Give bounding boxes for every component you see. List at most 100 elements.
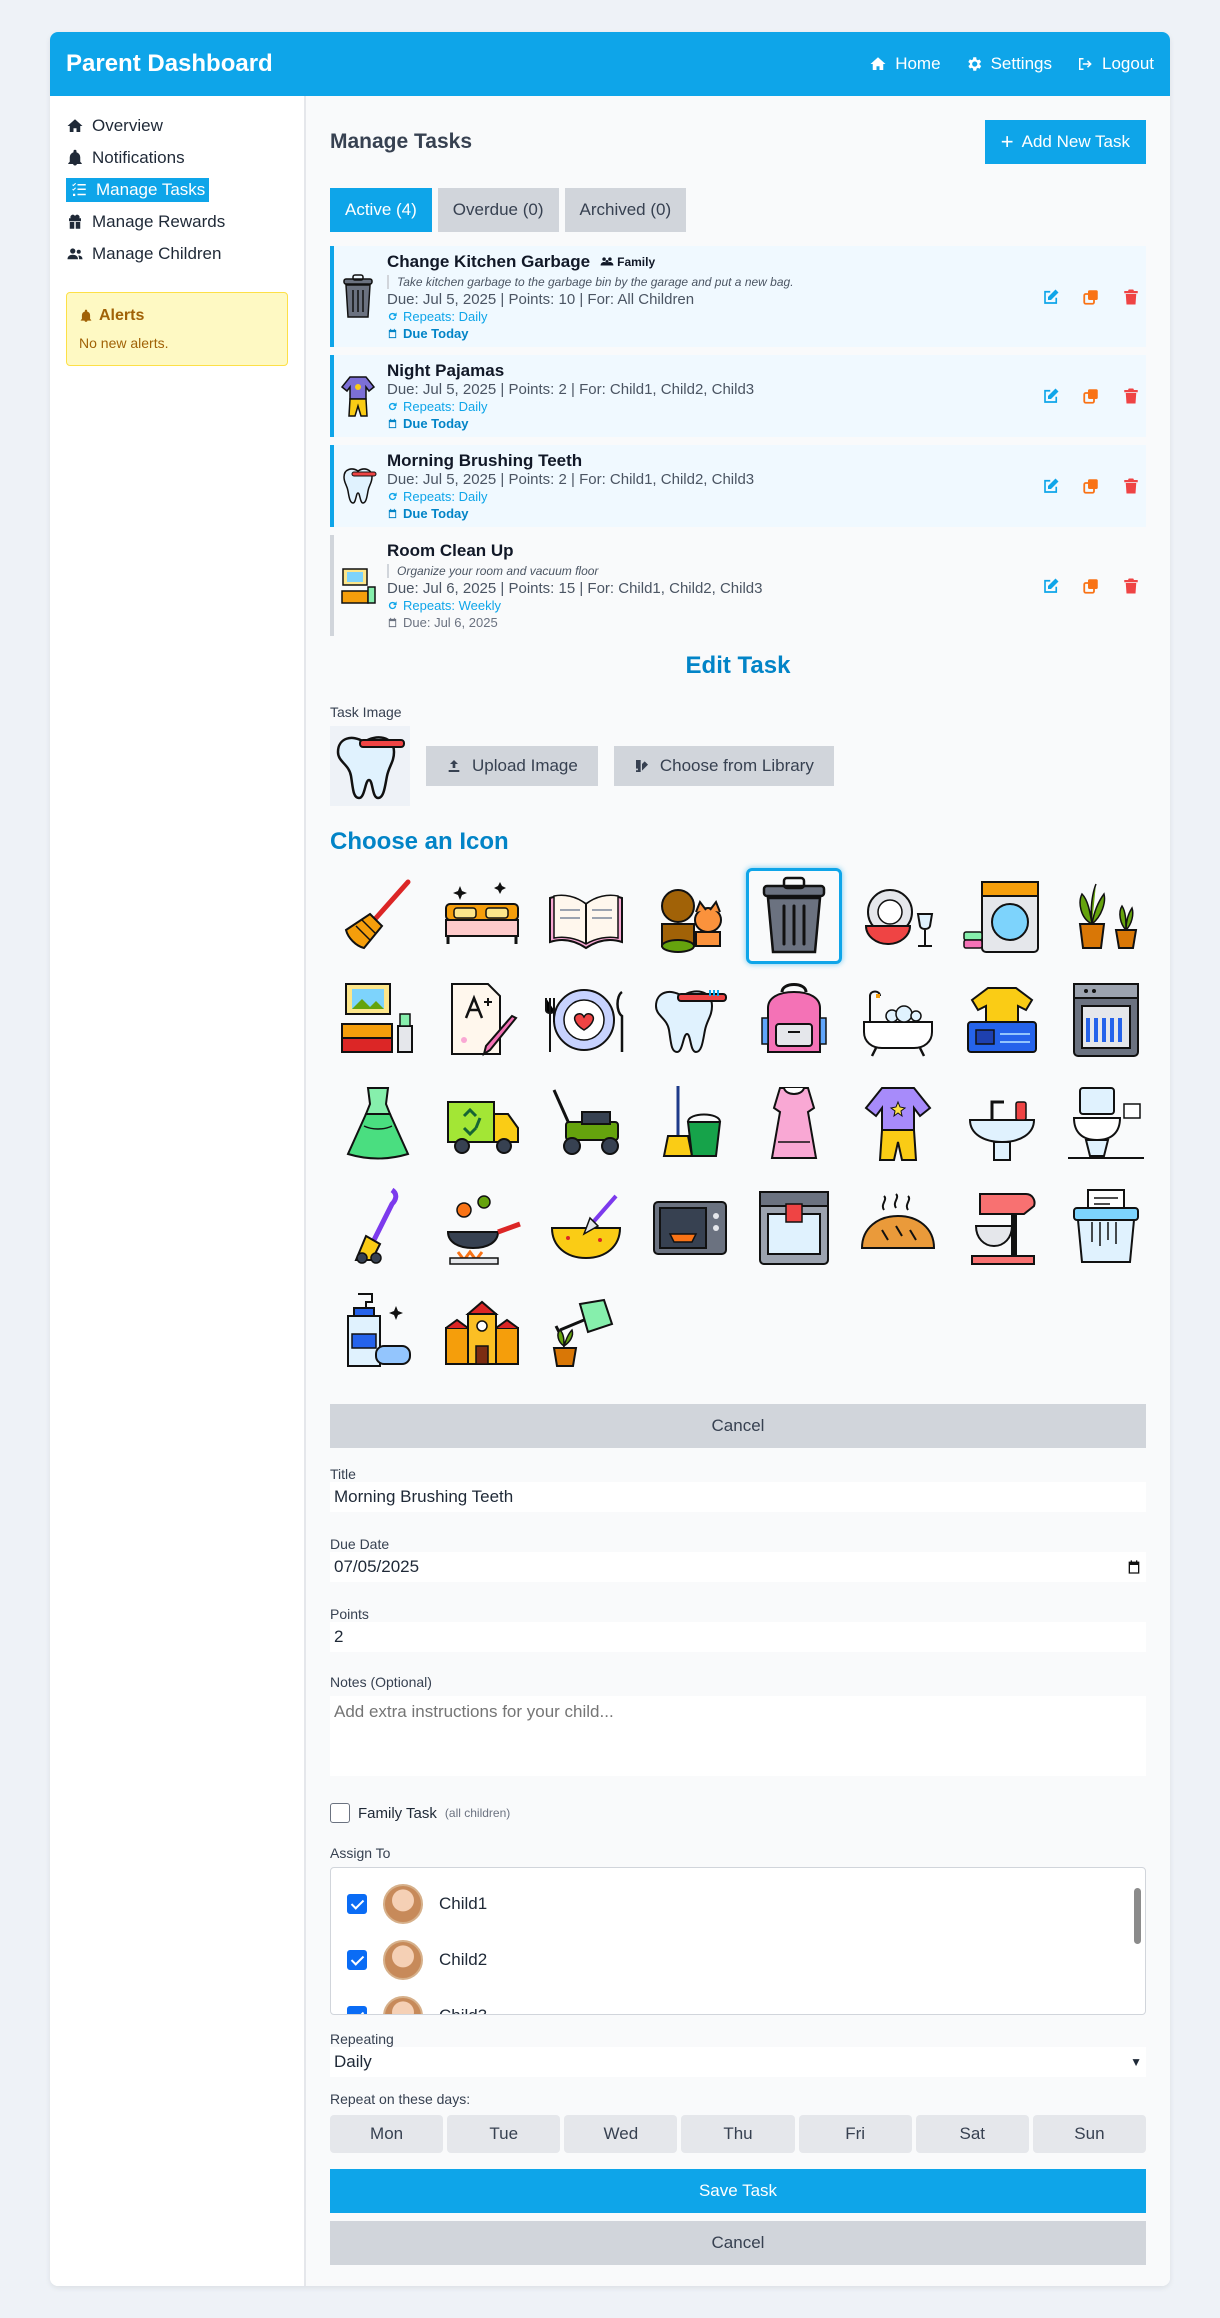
icon-option[interactable] <box>850 1076 946 1172</box>
icon-option[interactable] <box>746 1076 842 1172</box>
list-item[interactable]: Child2 <box>331 1932 1145 1988</box>
cancel-icon-picker-button[interactable]: Cancel <box>330 1404 1146 1448</box>
scrollbar-thumb[interactable] <box>1134 1888 1141 1944</box>
users-icon <box>600 257 614 266</box>
choose-from-library-button[interactable]: Choose from Library <box>613 746 834 786</box>
sidebar-item-manage-children[interactable]: Manage Children <box>66 238 288 270</box>
icon-option[interactable] <box>434 972 530 1068</box>
icon-option[interactable] <box>434 1180 530 1276</box>
notes-textarea[interactable] <box>330 1696 1146 1776</box>
task-row[interactable]: Change Kitchen Garbage Family Take kitch… <box>330 246 1146 347</box>
sidebar-item-manage-rewards[interactable]: Manage Rewards <box>66 206 288 238</box>
assign-to-list[interactable]: Child1 Child2 Child3 <box>330 1867 1146 2015</box>
icon-option[interactable] <box>1058 972 1154 1068</box>
icon-option[interactable] <box>954 1076 1050 1172</box>
task-row[interactable]: Night Pajamas Due: Jul 5, 2025 | Points:… <box>330 355 1146 437</box>
task-row[interactable]: Morning Brushing Teeth Due: Jul 5, 2025 … <box>330 445 1146 527</box>
icon-option[interactable] <box>330 972 426 1068</box>
icon-option[interactable] <box>330 868 426 964</box>
icon-option[interactable] <box>850 972 946 1068</box>
points-input[interactable]: 2 <box>330 1622 1146 1652</box>
copy-icon[interactable] <box>1082 288 1100 306</box>
nightgown-icon <box>770 1087 818 1159</box>
icon-option[interactable] <box>746 1180 842 1276</box>
nav-settings-link[interactable]: Settings <box>965 54 1052 74</box>
icon-option[interactable] <box>642 1076 738 1172</box>
title-input[interactable]: Morning Brushing Teeth <box>330 1482 1146 1512</box>
edit-icon[interactable] <box>1042 288 1060 306</box>
cancel-button[interactable]: Cancel <box>330 2221 1146 2265</box>
icon-option[interactable] <box>1058 1180 1154 1276</box>
icon-option[interactable] <box>330 1076 426 1172</box>
icon-option[interactable] <box>538 972 634 1068</box>
delete-icon[interactable] <box>1122 288 1140 306</box>
sidebar-item-overview[interactable]: Overview <box>66 110 288 142</box>
icon-option-selected[interactable] <box>746 868 842 964</box>
icon-option[interactable] <box>954 1180 1050 1276</box>
assign-list-scrollbar[interactable] <box>1131 1870 1143 2012</box>
repeating-select[interactable]: Daily ▼ <box>330 2047 1146 2077</box>
edit-icon[interactable] <box>1042 577 1060 595</box>
sidebar-item-manage-tasks[interactable]: Manage Tasks <box>66 174 288 206</box>
tooth-icon <box>343 468 377 504</box>
icon-option[interactable] <box>642 868 738 964</box>
day-sun-button[interactable]: Sun <box>1032 2115 1146 2153</box>
child-checkbox[interactable] <box>347 1950 367 1970</box>
chevron-down-icon: ▼ <box>1130 2055 1142 2069</box>
icon-option[interactable] <box>850 868 946 964</box>
due-date-input[interactable]: 07/05/2025 <box>330 1552 1146 1582</box>
sidebar-item-notifications[interactable]: Notifications <box>66 142 288 174</box>
icon-option[interactable] <box>954 972 1050 1068</box>
icon-option[interactable] <box>642 1180 738 1276</box>
day-tue-button[interactable]: Tue <box>447 2115 561 2153</box>
day-thu-button[interactable]: Thu <box>681 2115 795 2153</box>
child-checkbox[interactable] <box>347 2006 367 2014</box>
family-task-checkbox[interactable] <box>330 1803 350 1823</box>
icon-option[interactable] <box>538 1284 634 1380</box>
icon-option[interactable] <box>954 868 1050 964</box>
list-item[interactable]: Child3 <box>331 1988 1145 2014</box>
copy-icon[interactable] <box>1082 477 1100 495</box>
icon-option[interactable] <box>538 1076 634 1172</box>
icon-option[interactable] <box>330 1284 426 1380</box>
calendar-icon[interactable] <box>1126 1559 1142 1575</box>
icon-option[interactable] <box>538 1180 634 1276</box>
add-new-task-button[interactable]: + Add New Task <box>984 120 1146 164</box>
day-mon-button[interactable]: Mon <box>330 2115 444 2153</box>
icon-option[interactable] <box>538 868 634 964</box>
upload-image-button[interactable]: Upload Image <box>426 746 598 786</box>
icon-option[interactable] <box>1058 868 1154 964</box>
edit-icon[interactable] <box>1042 387 1060 405</box>
icon-option[interactable] <box>330 1180 426 1276</box>
icon-option[interactable] <box>1058 1076 1154 1172</box>
icon-option[interactable] <box>746 972 842 1068</box>
day-sat-button[interactable]: Sat <box>915 2115 1029 2153</box>
icon-option[interactable] <box>434 1076 530 1172</box>
icon-option[interactable] <box>850 1180 946 1276</box>
tab-archived[interactable]: Archived (0) <box>564 188 687 232</box>
delete-icon[interactable] <box>1122 577 1140 595</box>
nav-logout-link[interactable]: Logout <box>1076 54 1154 74</box>
tab-active[interactable]: Active (4) <box>330 188 432 232</box>
bread-icon <box>860 1193 936 1249</box>
edit-icon[interactable] <box>1042 477 1060 495</box>
day-wed-button[interactable]: Wed <box>564 2115 678 2153</box>
task-row[interactable]: Room Clean Up Organize your room and vac… <box>330 535 1146 636</box>
nav-home-link[interactable]: Home <box>869 54 941 74</box>
toilet-icon <box>1068 1087 1144 1159</box>
list-item[interactable]: Child1 <box>331 1876 1145 1932</box>
icon-option[interactable] <box>434 868 530 964</box>
tab-overdue[interactable]: Overdue (0) <box>437 188 559 232</box>
icon-option[interactable] <box>434 1284 530 1380</box>
delete-icon[interactable] <box>1122 477 1140 495</box>
icon-option[interactable] <box>642 972 738 1068</box>
delete-icon[interactable] <box>1122 387 1140 405</box>
family-task-label: Family Task <box>358 1804 437 1822</box>
save-task-button[interactable]: Save Task <box>330 2169 1146 2213</box>
alerts-title: Alerts <box>99 307 145 324</box>
copy-icon[interactable] <box>1082 387 1100 405</box>
day-fri-button[interactable]: Fri <box>798 2115 912 2153</box>
child-checkbox[interactable] <box>347 1894 367 1914</box>
copy-icon[interactable] <box>1082 577 1100 595</box>
trash-can-icon <box>343 273 373 318</box>
